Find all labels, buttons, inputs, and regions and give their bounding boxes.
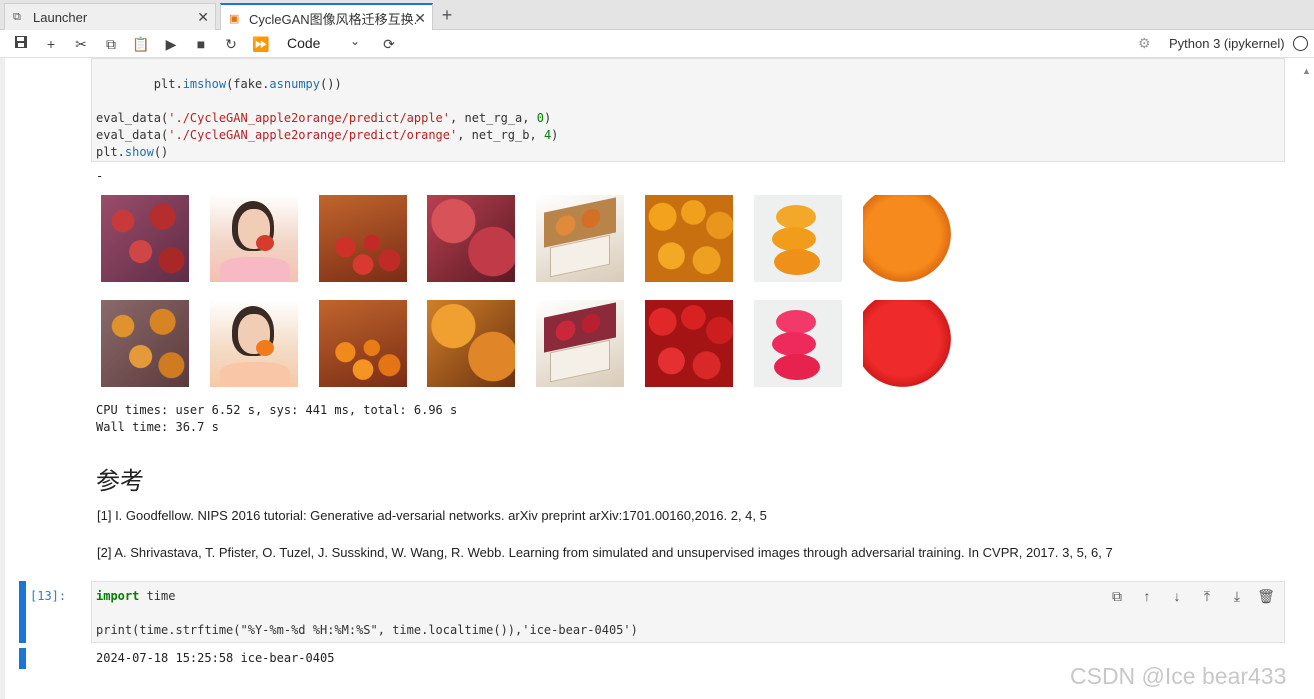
- image-red-texture: [863, 300, 951, 387]
- external-link-icon: ⧉: [13, 10, 21, 23]
- save-icon[interactable]: [10, 34, 32, 54]
- kernel-name[interactable]: Python 3 (ipykernel): [1169, 36, 1285, 51]
- code-editor[interactable]: import time print(time.strftime("%Y-%m-%…: [92, 582, 1284, 639]
- notebook-icon: ▣: [229, 12, 240, 25]
- code-line: plt.imshow(fake.asnumpy()): [96, 77, 342, 91]
- watermark: CSDN @Ice bear433: [1070, 663, 1287, 689]
- image-red-stack: [754, 300, 842, 387]
- close-icon[interactable]: ✕: [414, 10, 426, 27]
- tab-label: Launcher: [33, 9, 88, 25]
- delete-cell-icon[interactable]: 🗑: [1256, 586, 1276, 606]
- code-cell-active[interactable]: import time print(time.strftime("%Y-%m-%…: [91, 581, 1285, 643]
- move-down-icon[interactable]: ↓: [1167, 586, 1187, 606]
- image-oranges-converted: [101, 300, 189, 387]
- image-apples-closeup: [427, 195, 515, 282]
- image-red-apples-converted: [645, 300, 733, 387]
- code-cell[interactable]: plt.imshow(fake.asnumpy()) eval_data('./…: [91, 58, 1285, 162]
- git-icon[interactable]: ⟳: [378, 34, 400, 54]
- code-keyword: import: [96, 589, 140, 603]
- run-icon[interactable]: ▶: [160, 34, 182, 54]
- code-editor[interactable]: plt.imshow(fake.asnumpy()) eval_data('./…: [92, 59, 1284, 161]
- move-up-icon[interactable]: ↑: [1137, 586, 1157, 606]
- restart-icon[interactable]: ↻: [220, 34, 242, 54]
- image-fruit-box-red: [536, 300, 624, 387]
- cut-icon[interactable]: ✂: [70, 34, 92, 54]
- reference-2: [2] A. Shrivastava, T. Pfister, O. Tuzel…: [97, 545, 1113, 560]
- close-icon[interactable]: ✕: [197, 9, 209, 26]
- insert-above-icon[interactable]: ⤒: [1197, 586, 1217, 606]
- code-text: time: [139, 589, 176, 603]
- wall-time: Wall time: 36.7 s: [96, 420, 219, 434]
- image-fruit-box: [536, 195, 624, 282]
- tab-bar: ⧉ Launcher ✕ ▣ CycleGAN图像风格迁移互换. ✕ +: [0, 0, 1314, 31]
- code-line: eval_data('./CycleGAN_apple2orange/predi…: [96, 128, 559, 142]
- scrollbar[interactable]: [1296, 58, 1314, 699]
- cell-type-select[interactable]: Code: [287, 35, 320, 51]
- cpu-times: CPU times: user 6.52 s, sys: 441 ms, tot…: [96, 403, 458, 417]
- chevron-down-icon[interactable]: ⌄: [350, 34, 360, 48]
- fast-forward-icon[interactable]: ⏩: [250, 34, 272, 54]
- image-orange-stack: [754, 195, 842, 282]
- image-woman-apple: [210, 195, 298, 282]
- image-apples-basket: [319, 195, 407, 282]
- output-dash: -: [96, 169, 104, 183]
- stop-icon[interactable]: ■: [190, 34, 212, 54]
- paste-icon[interactable]: 📋: [130, 34, 152, 54]
- image-oranges-pile: [645, 195, 733, 282]
- active-cell-indicator: [19, 581, 26, 643]
- image-oranges-basket: [319, 300, 407, 387]
- notebook-toolbar: + ✂ ⧉ 📋 ▶ ■ ↻ ⏩ Code ⌄ ⟳ ⚙ Python 3 (ipy…: [0, 30, 1314, 58]
- tab-label: CycleGAN图像风格迁移互换.: [249, 11, 417, 27]
- add-cell-icon[interactable]: +: [40, 34, 62, 54]
- add-tab-button[interactable]: +: [436, 5, 458, 27]
- image-apples-pile: [101, 195, 189, 282]
- image-oranges-closeup: [427, 300, 515, 387]
- left-margin: [0, 58, 5, 699]
- tab-launcher[interactable]: ⧉ Launcher ✕: [4, 3, 216, 30]
- code-line: print(time.strftime("%Y-%m-%d %H:%M:%S",…: [96, 623, 638, 637]
- image-orange-texture: [863, 195, 951, 282]
- insert-below-icon[interactable]: ⤓: [1227, 586, 1247, 606]
- active-output-indicator: [19, 648, 26, 669]
- cell-output: 2024-07-18 15:25:58 ice-bear-0405: [96, 651, 335, 665]
- code-line: eval_data('./CycleGAN_apple2orange/predi…: [96, 111, 552, 125]
- tab-notebook[interactable]: ▣ CycleGAN图像风格迁移互换. ✕: [220, 3, 433, 31]
- image-woman-orange: [210, 300, 298, 387]
- copy-icon[interactable]: ⧉: [100, 34, 122, 54]
- code-line: plt.show(): [96, 145, 169, 159]
- reference-1: [1] I. Goodfellow. NIPS 2016 tutorial: G…: [97, 508, 767, 523]
- gear-icon: ⚙: [1138, 35, 1151, 51]
- kernel-status-icon: [1293, 36, 1308, 51]
- scroll-up-icon[interactable]: ▲: [1302, 66, 1311, 76]
- duplicate-cell-icon[interactable]: ⧉: [1107, 586, 1127, 606]
- execution-count: [13]:: [30, 589, 67, 603]
- section-heading: 参考: [96, 468, 144, 495]
